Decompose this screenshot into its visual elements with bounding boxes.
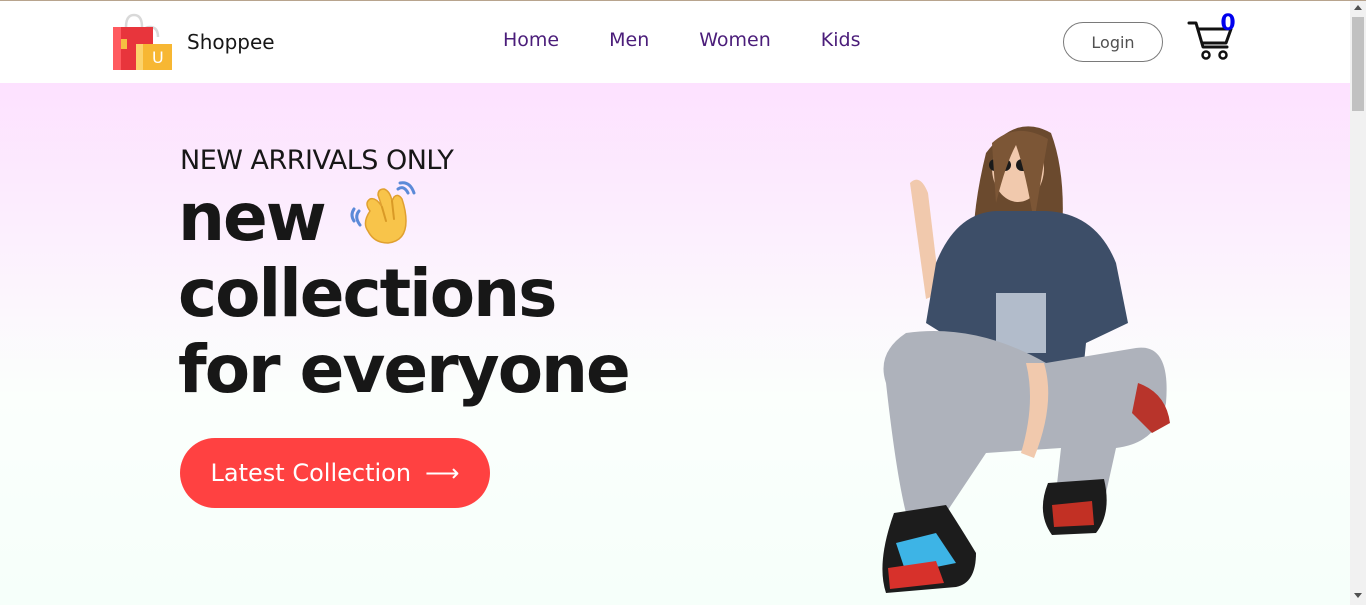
waving-hand-icon (350, 181, 416, 244)
arrow-right-icon: ⟶ (425, 459, 460, 487)
login-button[interactable]: Login (1063, 22, 1163, 62)
main-nav: Home Men Women Kids (503, 29, 860, 51)
nav-item-women[interactable]: Women (699, 29, 771, 51)
navbar: U Shoppee Home Men Women Kids Login 0 (0, 1, 1350, 83)
nav-item-home[interactable]: Home (503, 29, 559, 51)
logo-letter: U (152, 48, 164, 67)
page-scrollbar[interactable] (1350, 1, 1366, 605)
brand-logo[interactable]: U Shoppee (112, 13, 275, 71)
hero-line-1: new (178, 179, 327, 256)
shopping-bag-icon: U (113, 13, 172, 70)
nav-item-men[interactable]: Men (609, 29, 649, 51)
latest-collection-button[interactable]: Latest Collection ⟶ (180, 438, 490, 508)
hero-section: NEW ARRIVALS ONLY new collections for ev… (0, 83, 1350, 605)
brand-name: Shoppee (187, 30, 275, 54)
hero-line-2: collections (178, 255, 557, 332)
scroll-down-arrow-icon[interactable] (1354, 593, 1362, 598)
hero-line-3: for everyone (178, 331, 631, 408)
scroll-thumb[interactable] (1352, 17, 1364, 111)
scroll-up-arrow-icon[interactable] (1354, 5, 1362, 10)
hero-model-image (882, 126, 1170, 593)
hero-kicker: NEW ARRIVALS ONLY (180, 145, 454, 176)
nav-item-kids[interactable]: Kids (821, 29, 861, 51)
latest-collection-label: Latest Collection (210, 459, 412, 487)
cart-count-badge: 0 (1220, 11, 1236, 36)
